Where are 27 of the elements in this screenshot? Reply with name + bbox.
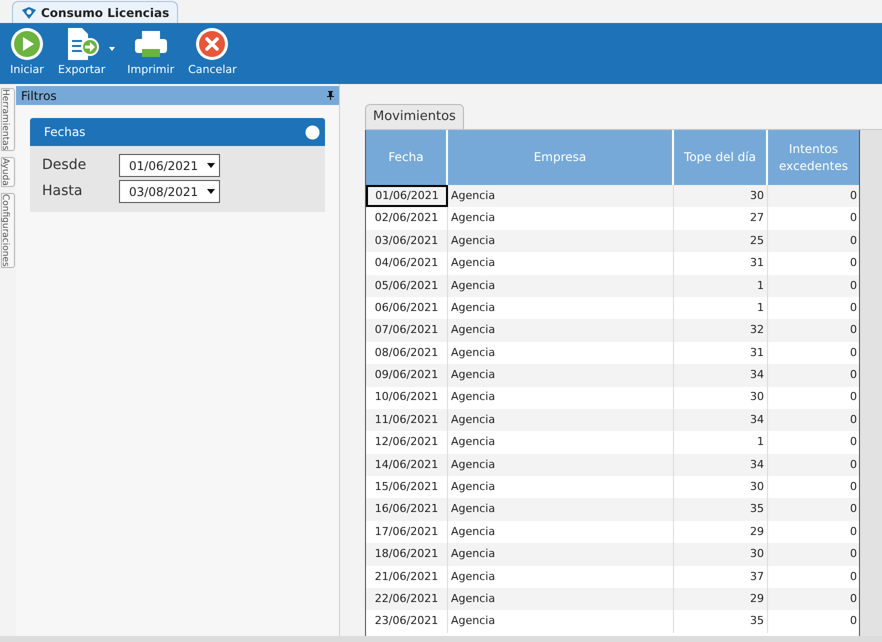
table-cell: 35 [674,610,768,633]
table-cell: 01/06/2021 [366,185,448,208]
collapse-toggle-icon[interactable] [305,124,320,140]
window-title: Consumo Licencias [41,4,170,22]
field-label: Desde [42,156,88,175]
tab[interactable]: Movimientos [365,104,464,129]
play-icon [10,27,44,61]
app-logo-icon [21,6,37,20]
side-tab[interactable]: Configuraciones [1,193,15,268]
toolbar-button[interactable]: Cancelar [186,27,239,77]
field-label: Hasta [42,182,84,201]
panel-title: Filtros [21,88,57,104]
cancel-icon [195,27,230,61]
toolbar-button[interactable]: Exportar [56,27,108,77]
side-tab[interactable]: Ayuda [1,157,15,188]
window-tab[interactable]: Consumo Licencias [12,1,178,23]
group-title: Fechas [44,124,86,141]
side-tab[interactable]: Herramientas [1,88,15,152]
pin-icon[interactable] [327,91,334,100]
table-cell: Agencia [448,610,674,633]
dropdown-caret-icon[interactable] [207,189,215,194]
table-cell: 23/06/2021 [366,610,448,633]
date-field[interactable]: 01/06/2021 [119,154,220,177]
toolbar-button[interactable]: Imprimir [125,27,176,77]
dropdown-caret-icon[interactable] [207,163,215,168]
toolbar-button[interactable]: Iniciar [8,27,46,77]
date-field[interactable]: 03/08/2021 [119,180,220,203]
